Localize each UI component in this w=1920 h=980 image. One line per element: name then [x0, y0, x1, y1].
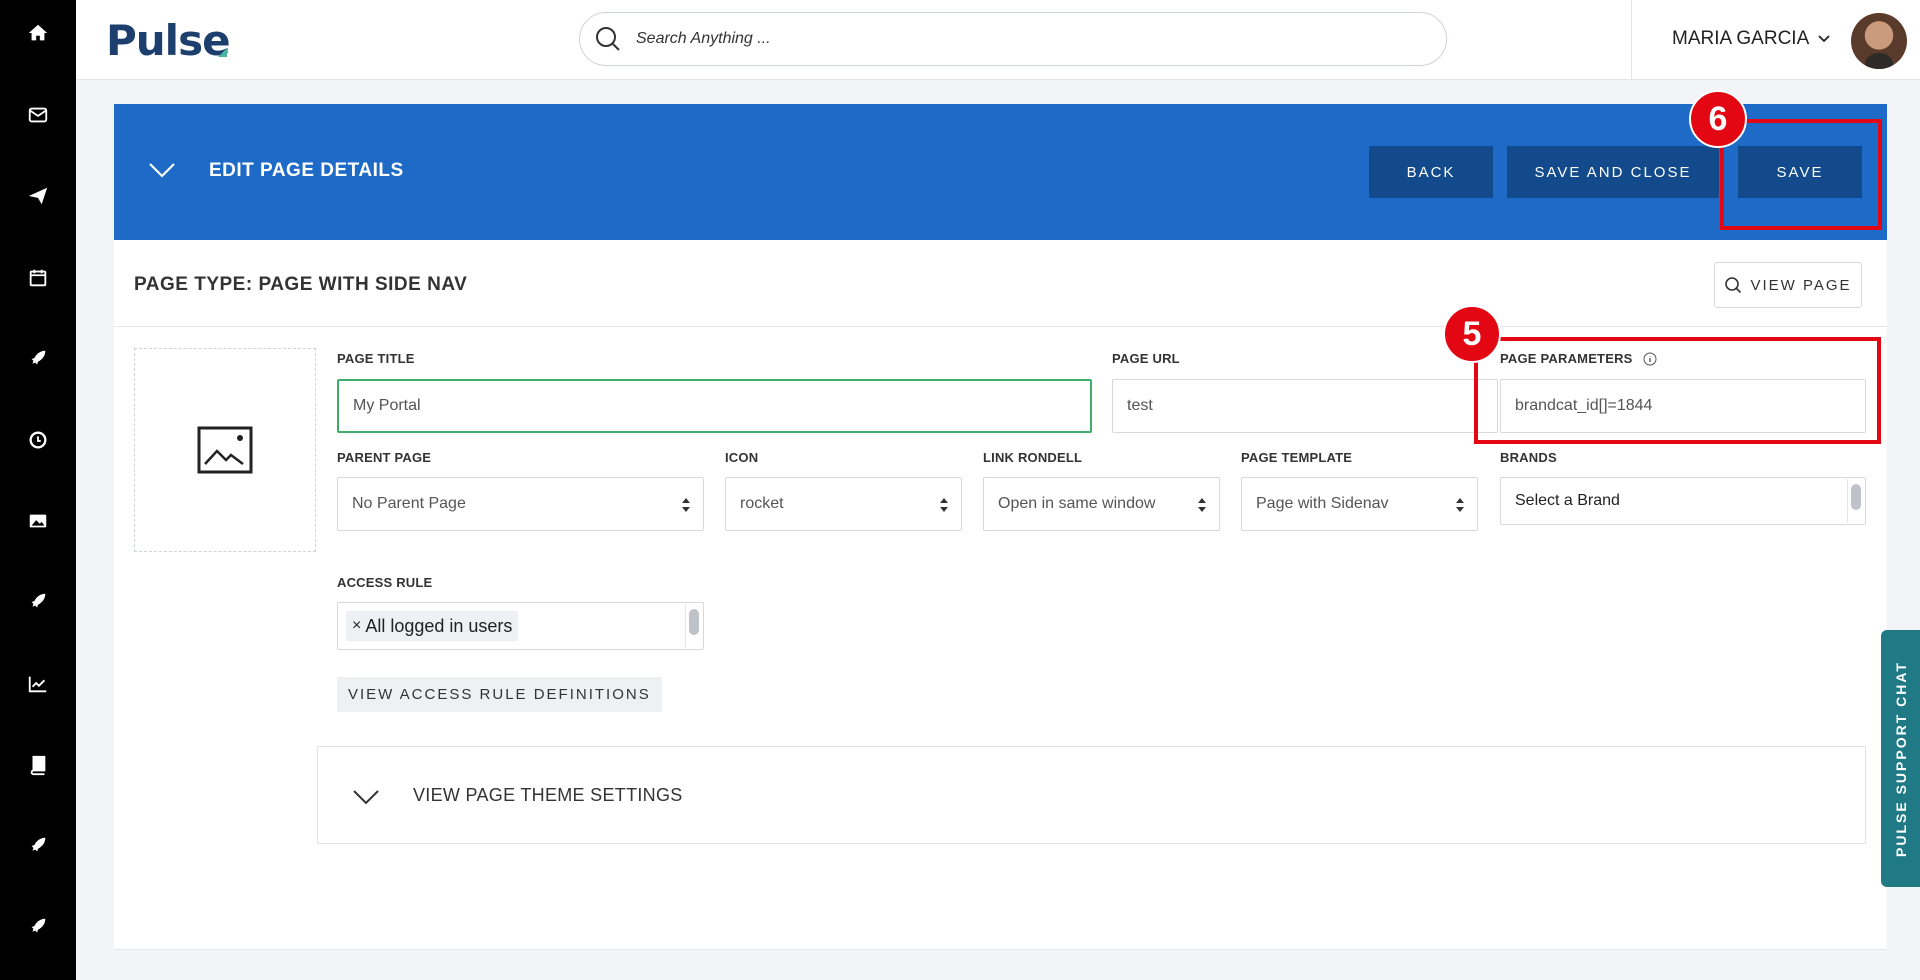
rocket-icon[interactable]: [0, 907, 76, 947]
rocket-icon[interactable]: [0, 826, 76, 866]
top-bar: Pulse MARIA GARCIA: [76, 0, 1920, 80]
step-marker-6: 6: [1689, 90, 1747, 148]
user-name: MARIA GARCIA: [1672, 28, 1810, 49]
page-template-select[interactable]: Page with Sidenav: [1241, 477, 1478, 531]
paper-plane-icon[interactable]: [0, 176, 76, 216]
book-icon[interactable]: [0, 745, 76, 785]
user-menu[interactable]: MARIA GARCIA: [1672, 28, 1831, 50]
support-chat-label: PULSE SUPPORT CHAT: [1892, 660, 1909, 857]
image-placeholder-icon: [197, 426, 253, 474]
brands-label: BRANDS: [1500, 450, 1557, 465]
edit-page-title: EDIT PAGE DETAILS: [209, 160, 404, 181]
chart-icon[interactable]: [0, 664, 76, 704]
calendar-icon[interactable]: [0, 258, 76, 298]
view-page-button[interactable]: VIEW PAGE: [1714, 262, 1862, 308]
access-rule-tag: × All logged in users: [346, 611, 519, 641]
brands-select[interactable]: Select a Brand: [1500, 477, 1866, 525]
page-template-value: Page with Sidenav: [1256, 495, 1389, 512]
select-arrows-icon: [1198, 498, 1206, 512]
page-title-field[interactable]: [337, 379, 1092, 433]
clock-icon[interactable]: [0, 420, 76, 460]
logo-accent: [218, 48, 227, 57]
avatar[interactable]: [1851, 13, 1907, 69]
page-url-field[interactable]: [1112, 379, 1498, 433]
page-type-heading: PAGE TYPE: PAGE WITH SIDE NAV: [134, 274, 468, 295]
chevron-down-icon: [353, 790, 379, 805]
pulse-logo[interactable]: Pulse: [106, 16, 231, 65]
brands-placeholder: Select a Brand: [1515, 492, 1620, 509]
save-highlight-box: [1720, 119, 1882, 230]
search-icon: [1725, 277, 1742, 294]
image-icon[interactable]: [0, 501, 76, 541]
left-nav-rail: [0, 0, 76, 980]
page-url-label: PAGE URL: [1112, 351, 1180, 366]
parent-page-select[interactable]: No Parent Page: [337, 477, 704, 531]
divider: [114, 326, 1887, 327]
select-arrows-icon: [1456, 498, 1464, 512]
rocket-icon[interactable]: [0, 582, 76, 622]
step-marker-5: 5: [1443, 305, 1501, 363]
remove-tag-icon[interactable]: ×: [352, 617, 361, 635]
search-icon: [596, 27, 620, 51]
select-arrows-icon: [682, 498, 690, 512]
access-rule-multiselect[interactable]: × All logged in users: [337, 602, 704, 650]
icon-select[interactable]: rocket: [725, 477, 962, 531]
view-access-rule-definitions-button[interactable]: VIEW ACCESS RULE DEFINITIONS: [337, 677, 662, 712]
chevron-down-icon: [1818, 35, 1830, 43]
mail-icon[interactable]: [0, 95, 76, 135]
search-bar[interactable]: [579, 12, 1447, 66]
icon-label: ICON: [725, 450, 759, 465]
page-parameters-highlight-box: [1474, 337, 1881, 444]
page-title-label: PAGE TITLE: [337, 351, 415, 366]
link-rondell-value: Open in same window: [998, 495, 1156, 512]
parent-page-label: PARENT PAGE: [337, 450, 432, 465]
access-rule-label: ACCESS RULE: [337, 575, 433, 590]
chevron-down-icon[interactable]: [148, 160, 176, 180]
scrollbar-thumb[interactable]: [689, 609, 699, 635]
header-divider: [1631, 0, 1632, 80]
parent-page-value: No Parent Page: [352, 495, 466, 512]
back-button[interactable]: BACK: [1369, 146, 1493, 198]
link-rondell-select[interactable]: Open in same window: [983, 477, 1220, 531]
page-theme-settings-toggle[interactable]: VIEW PAGE THEME SETTINGS: [317, 746, 1866, 844]
page-image-upload[interactable]: [134, 348, 316, 552]
view-page-label: VIEW PAGE: [1750, 276, 1852, 294]
support-chat-tab[interactable]: PULSE SUPPORT CHAT: [1881, 630, 1920, 887]
theme-settings-label: VIEW PAGE THEME SETTINGS: [413, 785, 683, 805]
search-input[interactable]: [636, 30, 1396, 48]
access-rule-tag-label: All logged in users: [365, 615, 513, 636]
page-url-input[interactable]: [1127, 397, 1483, 415]
link-rondell-label: LINK RONDELL: [983, 450, 1083, 465]
page-template-label: PAGE TEMPLATE: [1241, 450, 1353, 465]
select-arrows-icon: [940, 498, 948, 512]
icon-value: rocket: [740, 495, 784, 512]
save-and-close-button[interactable]: SAVE AND CLOSE: [1507, 146, 1719, 198]
home-icon[interactable]: [0, 13, 76, 53]
rocket-icon[interactable]: [0, 339, 76, 379]
edit-page-header: EDIT PAGE DETAILS BACK SAVE AND CLOSE SA…: [114, 104, 1887, 240]
scrollbar-thumb[interactable]: [1851, 484, 1861, 510]
page-title-input[interactable]: [353, 397, 1076, 415]
